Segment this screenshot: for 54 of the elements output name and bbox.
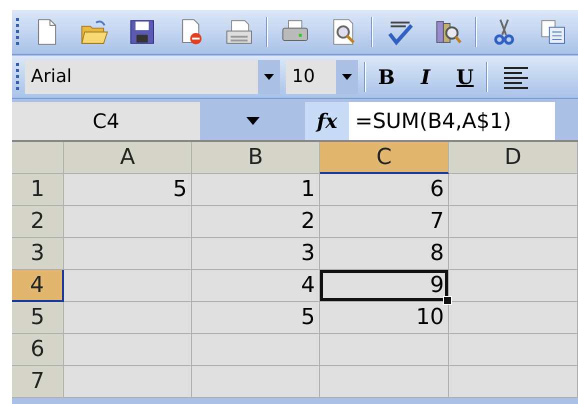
row-header[interactable]: 1 <box>12 174 64 206</box>
table-cell[interactable] <box>192 334 320 366</box>
table-cell[interactable]: 7 <box>320 206 449 238</box>
formula-field[interactable]: =SUM(B4,A$1) <box>349 102 555 140</box>
table-cell[interactable]: 9 <box>320 270 449 302</box>
toolbar-grip[interactable] <box>16 63 19 91</box>
row-header[interactable]: 5 <box>12 302 64 334</box>
table-cell[interactable] <box>64 238 192 270</box>
table-cell[interactable] <box>320 334 449 366</box>
bold-button[interactable]: B <box>372 65 401 89</box>
column-header[interactable]: A <box>64 142 192 174</box>
row-header[interactable]: 6 <box>12 334 64 366</box>
table-cell[interactable] <box>64 334 192 366</box>
table-cell[interactable] <box>64 270 192 302</box>
table-cell[interactable]: 1 <box>192 174 320 206</box>
row-header[interactable]: 2 <box>12 206 64 238</box>
table-cell[interactable] <box>449 206 578 238</box>
column-header[interactable]: D <box>449 142 578 174</box>
table-cell[interactable] <box>192 366 320 398</box>
row-header[interactable]: 7 <box>12 366 64 398</box>
name-box[interactable]: C4 <box>12 102 200 140</box>
table-cell[interactable] <box>320 366 449 398</box>
table-cell[interactable] <box>449 174 578 206</box>
table-cell[interactable] <box>449 270 578 302</box>
underline-button[interactable]: U <box>450 65 480 89</box>
table-cell[interactable]: 6 <box>320 174 449 206</box>
font-name-dropdown[interactable]: Arial <box>25 60 280 94</box>
table-cell[interactable] <box>64 366 192 398</box>
table-cell[interactable]: 8 <box>320 238 449 270</box>
caret-icon <box>342 74 352 80</box>
caret-icon <box>246 117 260 125</box>
toolbar-grip[interactable] <box>16 18 19 46</box>
table-cell[interactable]: 4 <box>192 270 320 302</box>
font-size-dropdown[interactable]: 10 <box>286 60 358 94</box>
column-header[interactable]: C <box>320 142 449 174</box>
table-cell[interactable]: 5 <box>192 302 320 334</box>
row-header[interactable]: 4 <box>12 270 64 302</box>
column-header[interactable]: B <box>192 142 320 174</box>
table-cell[interactable]: 10 <box>320 302 449 334</box>
row-header[interactable]: 3 <box>12 238 64 270</box>
table-cell[interactable] <box>449 366 578 398</box>
select-all-button[interactable] <box>12 142 64 174</box>
italic-button[interactable]: I <box>414 65 436 89</box>
table-cell[interactable]: 2 <box>192 206 320 238</box>
table-cell[interactable] <box>64 302 192 334</box>
table-cell[interactable] <box>449 302 578 334</box>
caret-icon <box>264 74 274 80</box>
table-cell[interactable]: 3 <box>192 238 320 270</box>
table-cell[interactable]: 5 <box>64 174 192 206</box>
table-cell[interactable] <box>449 238 578 270</box>
fill-handle[interactable] <box>443 296 452 305</box>
table-cell[interactable] <box>64 206 192 238</box>
insert-function-button[interactable]: fx <box>305 102 349 140</box>
table-cell[interactable] <box>449 334 578 366</box>
